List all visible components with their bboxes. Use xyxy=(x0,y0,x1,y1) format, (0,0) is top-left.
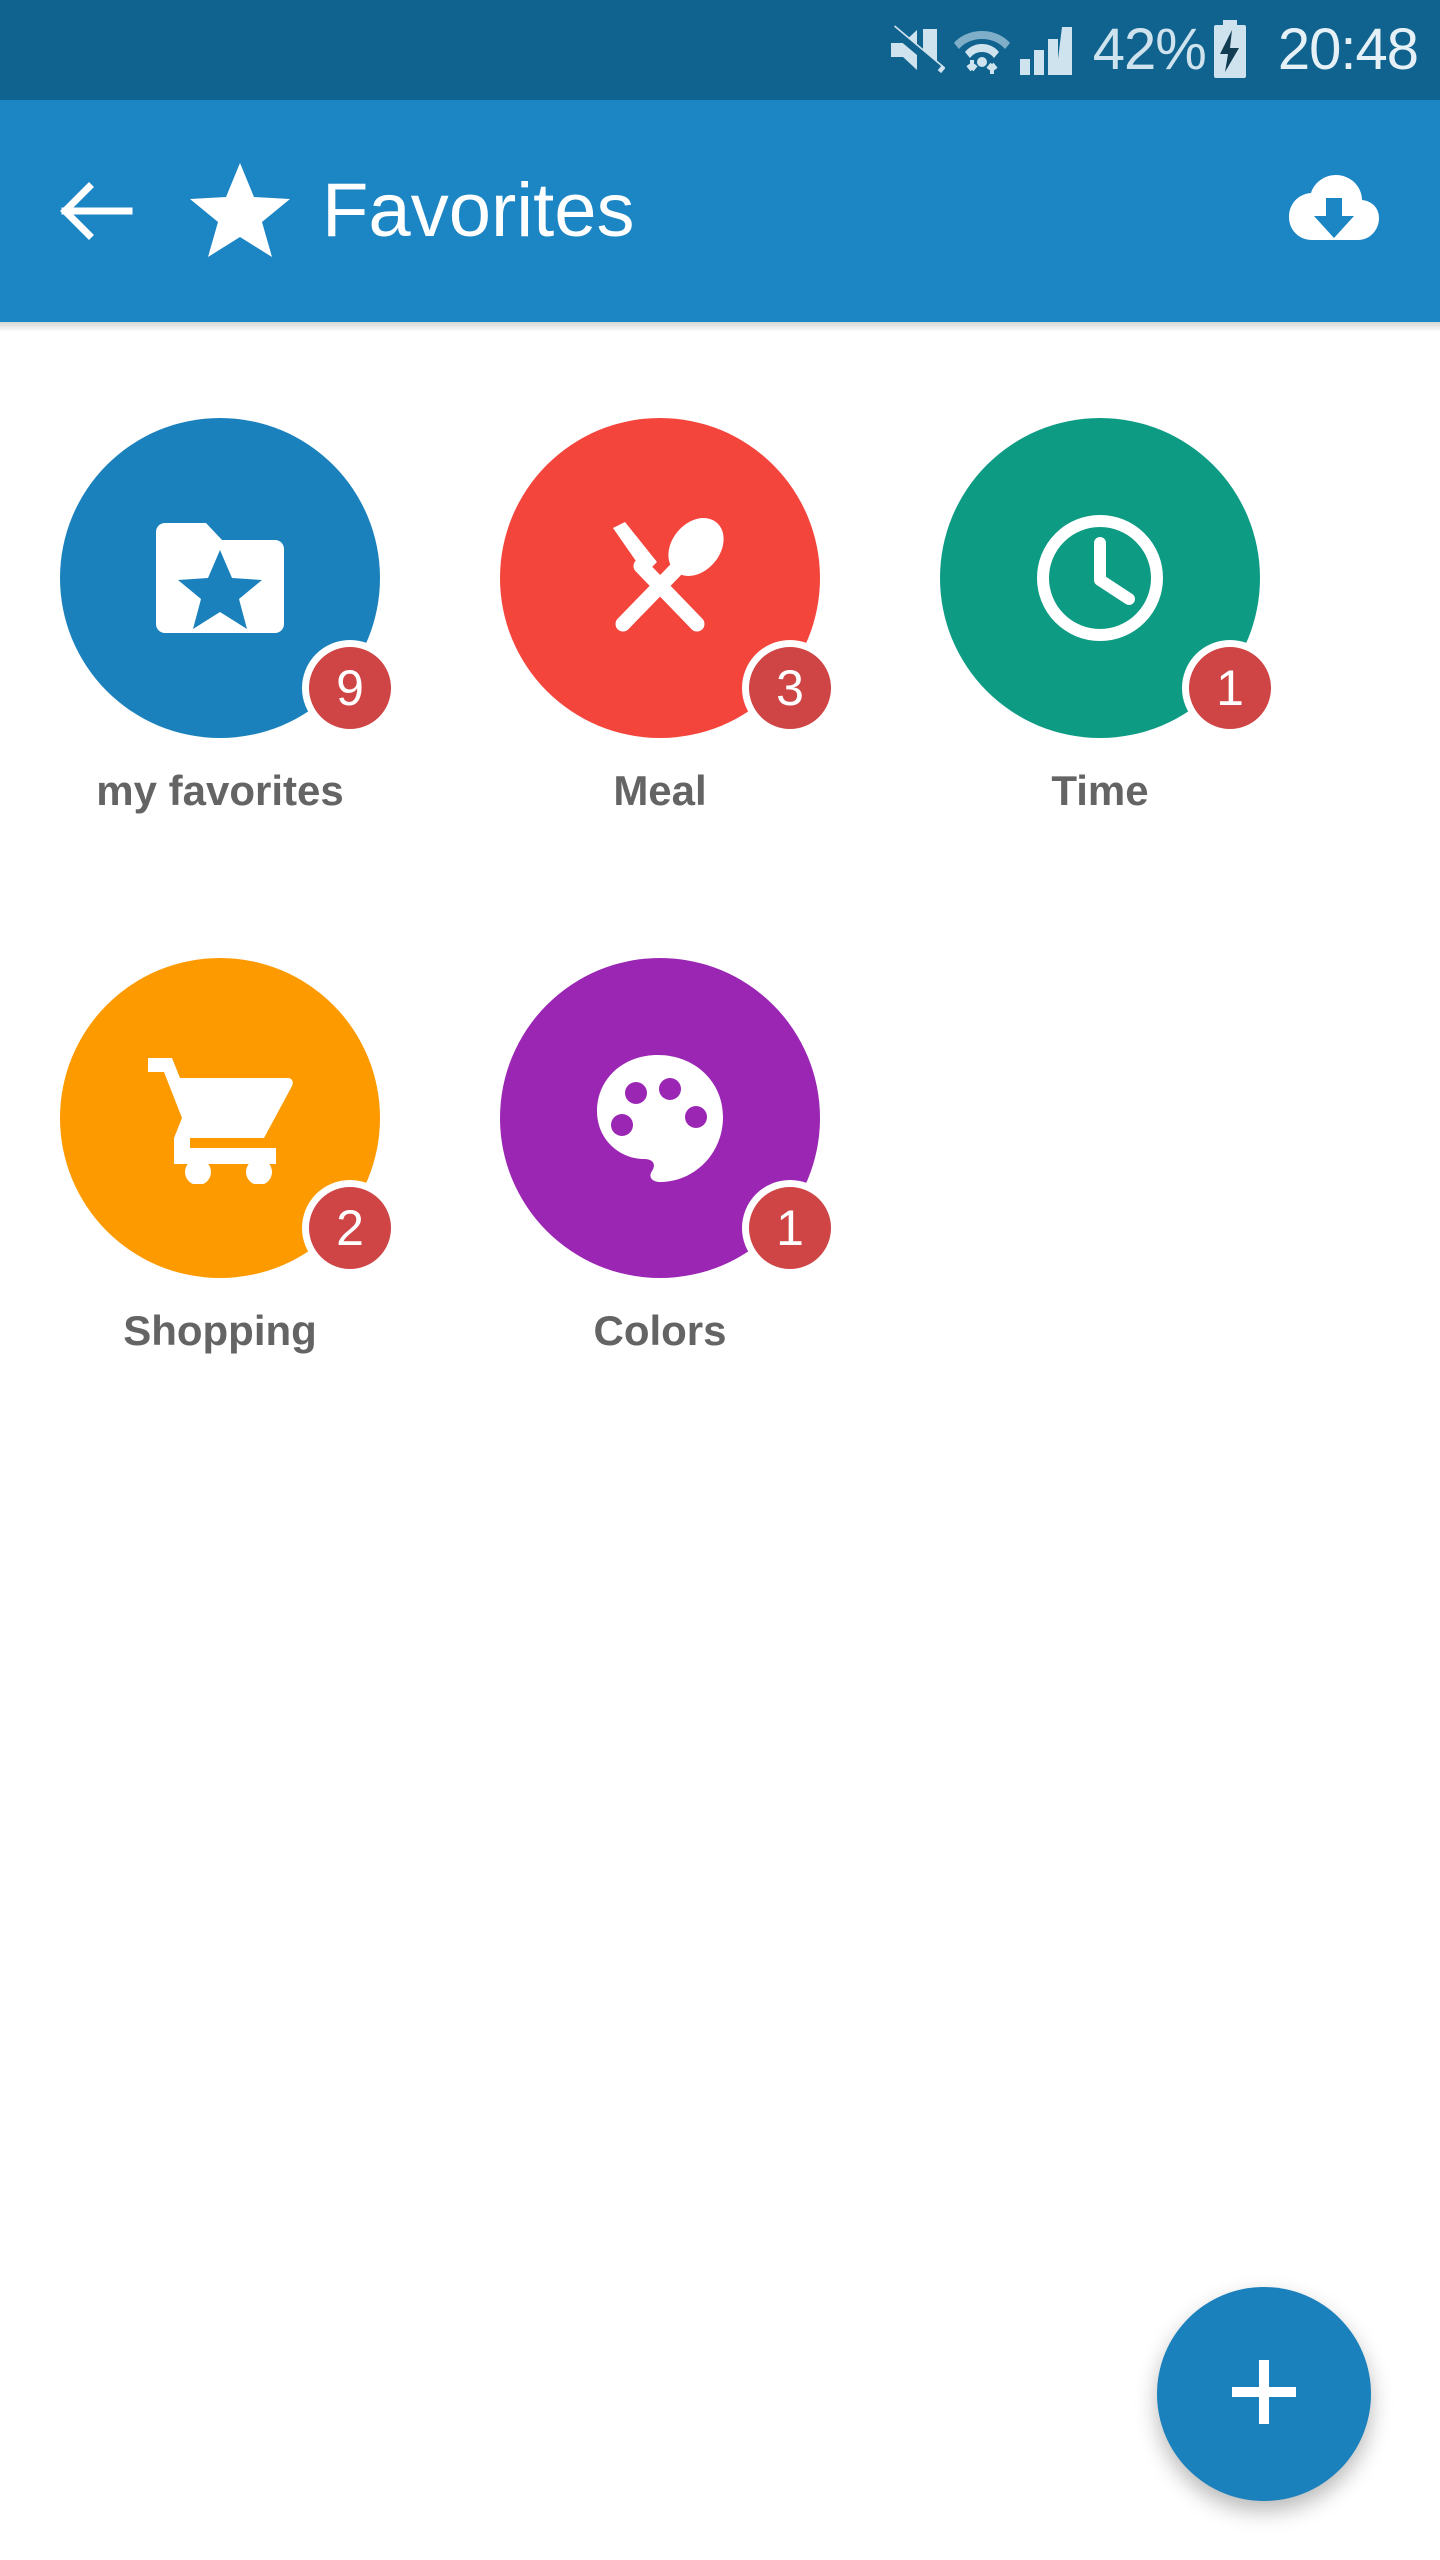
signal-icon xyxy=(1015,21,1077,79)
cloud-download-icon[interactable] xyxy=(1286,163,1382,259)
badge-count: 1 xyxy=(1182,640,1278,736)
status-bar-icons: 42% 20:48 xyxy=(885,17,1419,82)
palette-icon xyxy=(594,1053,726,1183)
grid-item-my-favorites[interactable]: 9 my favorites xyxy=(0,380,440,920)
mute-icon xyxy=(885,21,947,79)
grid-item-time[interactable]: 1 Time xyxy=(880,380,1320,920)
favorites-grid: 9 my favorites 3 Meal 1 Time 2 Shopping … xyxy=(0,380,1440,1460)
grid-item-label: my favorites xyxy=(96,767,344,814)
folder-star-icon xyxy=(152,520,288,636)
back-button[interactable] xyxy=(58,173,134,249)
wifi-icon xyxy=(951,21,1013,79)
battery-percent-label: 42% xyxy=(1092,17,1207,82)
status-bar: 42% 20:48 xyxy=(0,0,1440,100)
page-title: Favorites xyxy=(322,168,635,253)
icon-container: 1 xyxy=(500,958,838,1278)
cutlery-icon xyxy=(595,514,725,642)
add-button[interactable] xyxy=(1157,2287,1371,2501)
clock-time-label: 20:48 xyxy=(1277,17,1419,82)
badge-count: 2 xyxy=(302,1180,398,1276)
icon-container: 3 xyxy=(500,418,838,738)
clock-icon xyxy=(1033,511,1167,645)
star-icon xyxy=(188,159,292,263)
icon-container: 1 xyxy=(940,418,1278,738)
grid-item-label: Colors xyxy=(593,1307,727,1354)
app-bar: Favorites xyxy=(0,100,1440,322)
grid-item-colors[interactable]: 1 Colors xyxy=(440,920,880,1460)
grid-item-shopping[interactable]: 2 Shopping xyxy=(0,920,440,1460)
app-screen: 42% 20:48 Favorites 9 my favorites 3 Mea… xyxy=(0,0,1440,2560)
badge-count: 1 xyxy=(742,1180,838,1276)
icon-container: 2 xyxy=(60,958,398,1278)
badge-count: 3 xyxy=(742,640,838,736)
grid-item-label: Meal xyxy=(613,767,707,814)
grid-item-label: Shopping xyxy=(123,1307,317,1354)
grid-item-meal[interactable]: 3 Meal xyxy=(440,380,880,920)
icon-container: 9 xyxy=(60,418,398,738)
plus-icon xyxy=(1230,2358,1298,2431)
battery-charging-icon xyxy=(1208,20,1252,80)
app-bar-shadow xyxy=(0,322,1440,332)
grid-item-label: Time xyxy=(1051,767,1149,814)
shopping-cart-icon xyxy=(146,1052,294,1184)
badge-count: 9 xyxy=(302,640,398,736)
